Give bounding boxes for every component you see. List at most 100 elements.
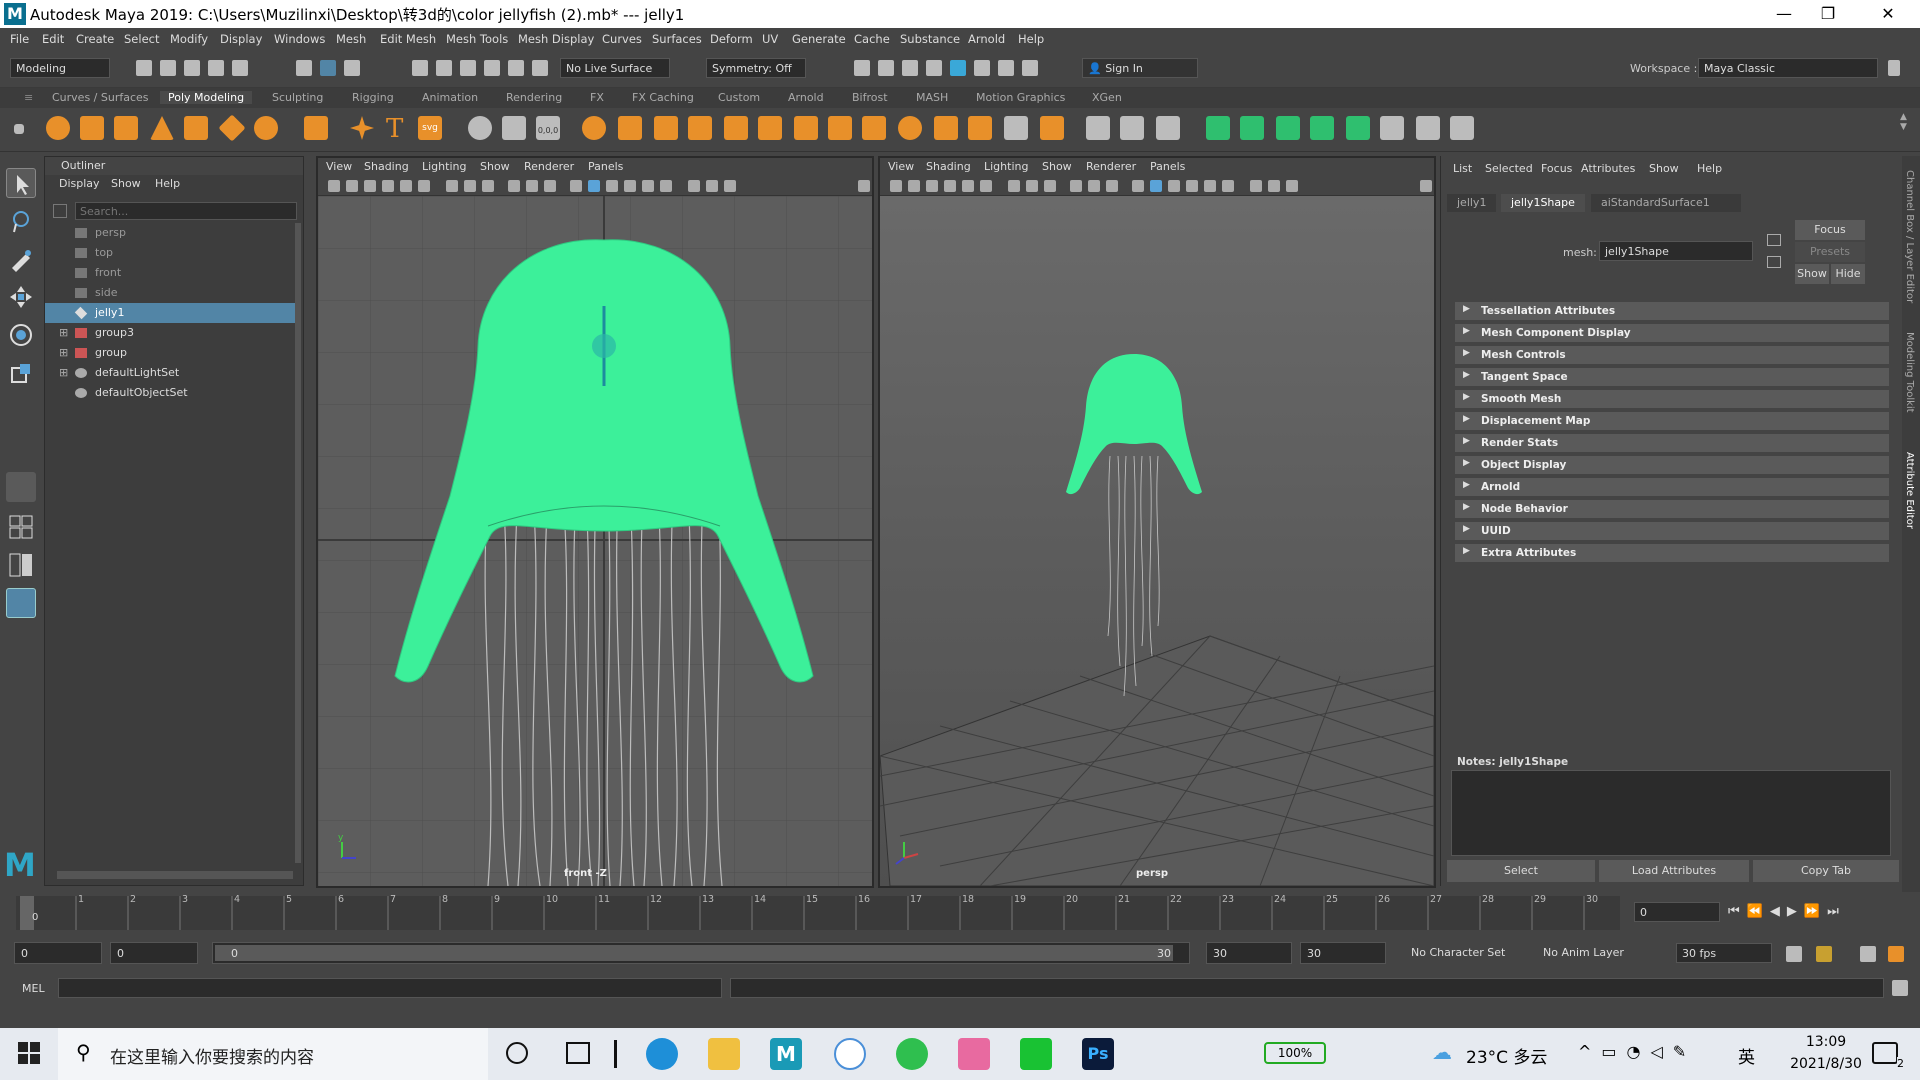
persp-view-canvas[interactable]: [880, 196, 1434, 886]
symmetry-dropdown[interactable]: Symmetry: Off: [706, 58, 806, 78]
uv-editor-icon[interactable]: [1380, 116, 1404, 140]
wireframe-icon[interactable]: [570, 180, 582, 192]
viewport-menu-renderer[interactable]: Renderer: [1086, 160, 1136, 173]
uv-planar-icon[interactable]: [1206, 116, 1230, 140]
redo-icon[interactable]: [232, 60, 248, 76]
poly-cube-icon[interactable]: [80, 116, 104, 140]
expand-toolbar-icon[interactable]: [1420, 180, 1432, 192]
uv-automatic-icon[interactable]: [1310, 116, 1334, 140]
clock-date[interactable]: 2021/8/30: [1784, 1056, 1868, 1072]
shadows-icon[interactable]: [1222, 180, 1234, 192]
mel-label[interactable]: MEL: [22, 982, 45, 995]
wireframe-on-shaded-icon[interactable]: [1168, 180, 1180, 192]
four-view-layout-icon[interactable]: [6, 512, 36, 542]
outliner-menu-display[interactable]: Display: [59, 177, 100, 190]
ae-menu-list[interactable]: List: [1453, 162, 1472, 175]
viewport-menu-shading[interactable]: Shading: [364, 160, 409, 173]
outliner-item-top[interactable]: top: [45, 243, 295, 263]
shelf-tab-rendering[interactable]: Rendering: [506, 91, 562, 104]
safe-action-icon[interactable]: [1070, 180, 1082, 192]
select-tool-icon[interactable]: [6, 168, 36, 198]
menu-display[interactable]: Display: [220, 32, 262, 46]
wps-icon[interactable]: [834, 1038, 866, 1070]
wireframe-on-shaded-icon[interactable]: [606, 180, 618, 192]
range-bar[interactable]: 0 30: [212, 942, 1190, 964]
snap-surface-icon[interactable]: [508, 60, 524, 76]
render-settings-icon[interactable]: [926, 60, 942, 76]
shelf-tab-poly-modeling[interactable]: Poly Modeling: [160, 91, 253, 104]
rotate-tool-icon[interactable]: [6, 320, 36, 350]
viewport-persp[interactable]: View Shading Lighting Show Renderer Pane…: [878, 156, 1436, 888]
shelf-tab-sculpting[interactable]: Sculpting: [272, 91, 323, 104]
snap-view-icon[interactable]: [484, 60, 500, 76]
move-tool-icon[interactable]: [6, 282, 36, 312]
ae-section-smooth-mesh[interactable]: Smooth Mesh: [1455, 390, 1889, 408]
ae-menu-show[interactable]: Show: [1649, 162, 1679, 175]
viewport-menu-view[interactable]: View: [888, 160, 914, 173]
ao-icon[interactable]: [1250, 180, 1262, 192]
expand-toolbar-icon[interactable]: [858, 180, 870, 192]
shelf-tab-fx[interactable]: FX: [590, 91, 604, 104]
ae-menu-focus[interactable]: Focus: [1541, 162, 1572, 175]
select-component-icon[interactable]: [344, 60, 360, 76]
menu-cache[interactable]: Cache: [854, 32, 890, 46]
shelf-tab-rigging[interactable]: Rigging: [352, 91, 394, 104]
ao-icon[interactable]: [688, 180, 700, 192]
measure-tool-icon[interactable]: [468, 116, 492, 140]
expand-icon[interactable]: ⊞: [59, 366, 68, 379]
resolution-gate-icon[interactable]: [446, 180, 458, 192]
edge-browser-icon[interactable]: [646, 1038, 678, 1070]
shelf-settings-icon[interactable]: [14, 124, 24, 134]
append-icon[interactable]: [934, 116, 958, 140]
isolate-icon[interactable]: [1106, 180, 1118, 192]
playback-start-field[interactable]: 0: [110, 942, 198, 964]
weather-text[interactable]: 23°C 多云: [1466, 1043, 1547, 1068]
menu-mesh-display[interactable]: Mesh Display: [518, 32, 594, 46]
end-time-field[interactable]: 30: [1300, 942, 1386, 964]
go-input-icon[interactable]: [1767, 234, 1781, 246]
ae-section-render-stats[interactable]: Render Stats: [1455, 434, 1889, 452]
hide-button[interactable]: Hide: [1831, 264, 1865, 284]
svg-tool-icon[interactable]: svg: [418, 116, 442, 140]
poly-cone-icon[interactable]: [150, 116, 174, 140]
textured-icon[interactable]: [1186, 180, 1198, 192]
wedge-icon[interactable]: [968, 116, 992, 140]
menu-arnold[interactable]: Arnold: [968, 32, 1005, 46]
outliner-item-defaultobjectset[interactable]: defaultObjectSet: [45, 383, 295, 403]
sign-in-button[interactable]: 👤 Sign In: [1082, 58, 1198, 78]
lock-icon[interactable]: [1888, 60, 1900, 76]
outliner-item-persp[interactable]: persp: [45, 223, 295, 243]
snap-point-icon[interactable]: [460, 60, 476, 76]
presets-button[interactable]: Presets: [1795, 242, 1865, 262]
wireframe-icon[interactable]: [1132, 180, 1144, 192]
viewport-front[interactable]: View Shading Lighting Show Renderer Pane…: [316, 156, 874, 888]
isolate-icon[interactable]: [544, 180, 556, 192]
menu-surfaces[interactable]: Surfaces: [652, 32, 702, 46]
hypershade-icon[interactable]: [950, 60, 966, 76]
tab-attribute-editor[interactable]: Attribute Editor: [1904, 452, 1915, 529]
outliner-item-group3[interactable]: ⊞ group3: [45, 323, 295, 343]
bookmark-icon[interactable]: [926, 180, 938, 192]
separate-icon[interactable]: [618, 116, 642, 140]
restore-icon[interactable]: ❐: [1806, 2, 1850, 26]
viewport-menu-show[interactable]: Show: [480, 160, 510, 173]
playback-end-field[interactable]: 30: [1206, 942, 1292, 964]
ipr-render-icon[interactable]: [902, 60, 918, 76]
render-frame-icon[interactable]: [878, 60, 894, 76]
menu-substance[interactable]: Substance: [900, 32, 960, 46]
ae-section-extra-attributes[interactable]: Extra Attributes: [1455, 544, 1889, 562]
safe-title-icon[interactable]: [1088, 180, 1100, 192]
network-app-icon[interactable]: [958, 1038, 990, 1070]
camera-select-icon[interactable]: [890, 180, 902, 192]
two-view-layout-icon[interactable]: [6, 550, 36, 580]
viewport-menu-panels[interactable]: Panels: [1150, 160, 1185, 173]
poke-icon[interactable]: [1040, 116, 1064, 140]
reset-transform-icon[interactable]: 0,0,0: [536, 116, 560, 140]
ae-section-mesh-controls[interactable]: Mesh Controls: [1455, 346, 1889, 364]
fill-hole-icon[interactable]: [862, 116, 886, 140]
menu-select[interactable]: Select: [124, 32, 159, 46]
battery-indicator[interactable]: 100%: [1264, 1042, 1326, 1064]
arnold-render-icon[interactable]: [974, 60, 990, 76]
ime-indicator[interactable]: 英: [1738, 1043, 1755, 1068]
ae-section-tangent-space[interactable]: Tangent Space: [1455, 368, 1889, 386]
